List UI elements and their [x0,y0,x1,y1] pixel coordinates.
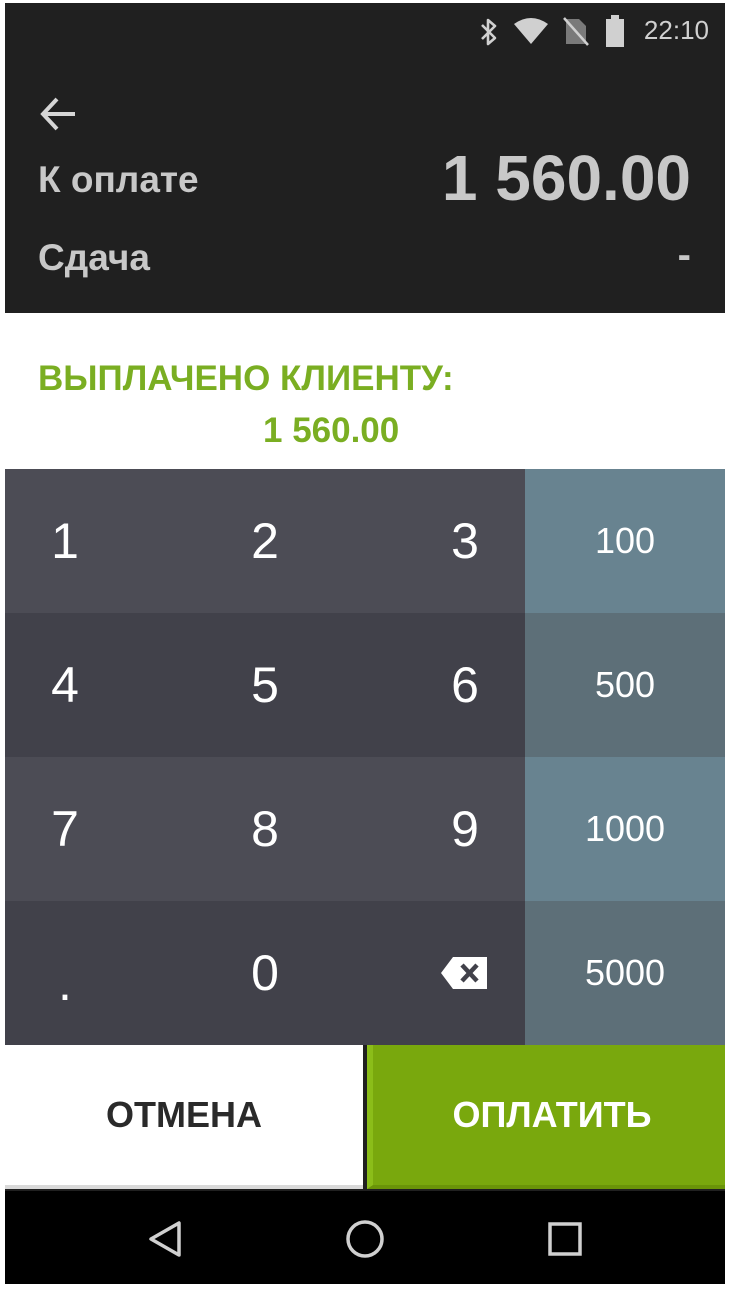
navigation-bar [5,1191,725,1284]
arrow-left-icon [40,97,75,131]
key-9[interactable]: 9 [405,757,525,901]
action-buttons: ОТМЕНА ОПЛАТИТЬ [5,1045,725,1191]
back-button[interactable] [35,89,85,139]
status-time: 22:10 [643,15,709,45]
cancel-button[interactable]: ОТМЕНА [5,1045,363,1189]
quick-amount-5000[interactable]: 5000 [525,901,725,1045]
quick-amount-1000[interactable]: 1000 [525,757,725,901]
amount-due-value: 1 560.00 [441,142,691,214]
wifi-icon [513,17,549,49]
key-decimal-point[interactable]: . [5,901,125,1045]
quick-amount-100[interactable]: 100 [525,469,725,613]
change-label: Сдача [38,237,150,278]
back-triangle-icon [149,1221,181,1257]
backspace-button[interactable] [405,901,525,1045]
amount-due-label: К оплате [38,159,199,200]
key-2[interactable]: 2 [205,469,325,613]
no-sim-icon [563,15,589,51]
key-0[interactable]: 0 [205,901,325,1045]
nav-recents-button[interactable] [537,1211,593,1267]
numeric-keypad: 1 2 3 4 5 6 7 8 9 . 0 100 500 1000 5000 [5,469,725,1045]
key-1[interactable]: 1 [5,469,125,613]
quick-amount-500[interactable]: 500 [525,613,725,757]
recents-square-icon [548,1222,582,1256]
nav-back-button[interactable] [137,1211,193,1267]
key-7[interactable]: 7 [5,757,125,901]
phone-screen: 22:10 К оплате 1 560.00 Сдача - ВЫПЛАЧЕН… [5,3,725,1284]
key-6[interactable]: 6 [405,613,525,757]
status-bar: 22:10 [5,3,725,59]
paid-panel: ВЫПЛАЧЕНО КЛИЕНТУ: 1 560.00 [5,313,725,469]
pay-button[interactable]: ОПЛАТИТЬ [367,1045,725,1189]
backspace-icon [441,957,487,989]
nav-home-button[interactable] [337,1211,393,1267]
paid-to-client-amount: 1 560.00 [263,411,400,450]
change-value: - [677,233,691,277]
key-5[interactable]: 5 [205,613,325,757]
key-3[interactable]: 3 [405,469,525,613]
paid-to-client-label: ВЫПЛАЧЕНО КЛИЕНТУ: [38,359,454,398]
bluetooth-icon [478,17,500,51]
battery-icon [605,14,625,52]
key-4[interactable]: 4 [5,613,125,757]
payment-header: К оплате 1 560.00 Сдача - [5,59,725,313]
key-8[interactable]: 8 [205,757,325,901]
home-circle-icon [346,1220,384,1258]
